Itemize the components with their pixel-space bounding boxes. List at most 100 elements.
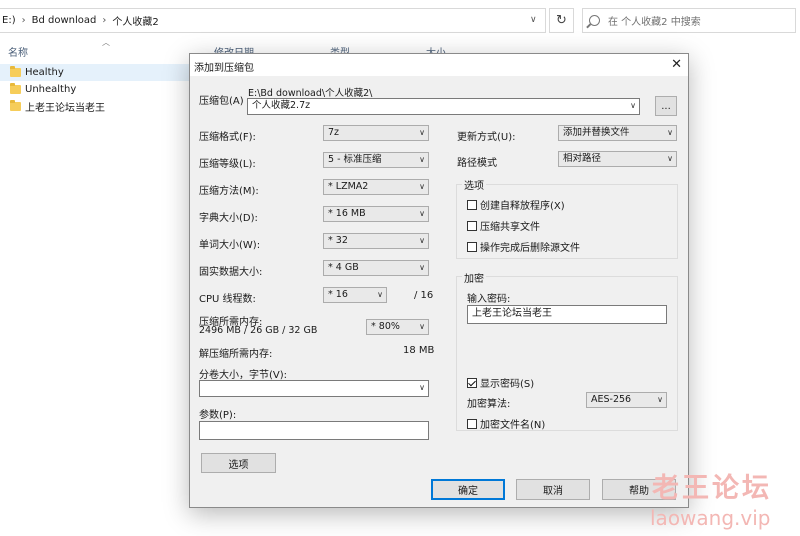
close-icon[interactable]: ✕ xyxy=(671,57,682,72)
solid-block-select[interactable]: * 4 GB ∨ xyxy=(323,260,429,276)
path-mode-label: 路径模式 xyxy=(457,158,497,169)
update-mode-select[interactable]: 添加并替换文件 ∨ xyxy=(558,125,677,141)
cpu-threads-value: * 16 xyxy=(328,289,348,300)
archive-name-value: 个人收藏2.7z xyxy=(252,100,311,111)
delete-after-checkbox[interactable]: 操作完成后删除源文件 xyxy=(467,239,580,254)
archive-name-combo[interactable]: 个人收藏2.7z ∨ xyxy=(247,98,640,115)
show-password-label: 显示密码(S) xyxy=(480,379,535,390)
encryption-method-select[interactable]: AES-256 ∨ xyxy=(586,392,667,408)
chevron-down-icon: ∨ xyxy=(419,182,425,191)
chevron-down-icon: ∨ xyxy=(667,128,673,137)
options-button[interactable]: 选项 xyxy=(201,453,276,473)
archive-label: 压缩包(A) xyxy=(199,96,244,107)
method-value: * LZMA2 xyxy=(328,181,369,192)
format-select[interactable]: 7z ∨ xyxy=(323,125,429,141)
format-label: 压缩格式(F): xyxy=(199,132,256,143)
chevron-down-icon: ∨ xyxy=(419,322,425,331)
list-item[interactable]: Unhealthy xyxy=(0,81,190,98)
level-label: 压缩等级(L): xyxy=(199,159,256,170)
chevron-down-icon: ∨ xyxy=(630,101,636,110)
sfx-checkbox[interactable]: 创建自释放程序(X) xyxy=(467,197,565,212)
checkbox-checked-icon xyxy=(467,377,477,388)
checkbox-icon xyxy=(467,220,477,231)
level-select[interactable]: 5 - 标准压缩 ∨ xyxy=(323,152,429,168)
address-dropdown-icon[interactable]: ∨ xyxy=(530,15,542,27)
folder-icon xyxy=(10,83,21,94)
decompress-memory-value: 18 MB xyxy=(403,345,435,356)
file-name: Healthy xyxy=(25,67,64,78)
file-name: 上老王论坛当老王 xyxy=(25,103,105,114)
encrypt-filenames-checkbox[interactable]: 加密文件名(N) xyxy=(467,416,545,431)
method-select[interactable]: * LZMA2 ∨ xyxy=(323,179,429,195)
watermark: 老王论坛 laowang.vip xyxy=(650,466,790,532)
dictionary-select[interactable]: * 16 MB ∨ xyxy=(323,206,429,222)
address-bar-area: E:) › Bd download › 个人收藏2 ∨ ↻ 在 个人收藏2 中搜… xyxy=(0,0,800,40)
format-value: 7z xyxy=(328,127,340,138)
memory-value: 2496 MB / 26 GB / 32 GB xyxy=(199,325,318,336)
breadcrumb-separator-icon: › xyxy=(21,15,26,26)
update-mode-label: 更新方式(U): xyxy=(457,132,516,143)
options-button-label: 选项 xyxy=(228,459,249,471)
folder-icon xyxy=(10,66,21,77)
chevron-down-icon: ∨ xyxy=(377,290,383,299)
breadcrumb-current-folder[interactable]: 个人收藏2 xyxy=(112,13,158,28)
archive-path: E:\Bd download\个人收藏2\ xyxy=(248,88,373,99)
search-icon xyxy=(589,15,600,26)
file-name: Unhealthy xyxy=(25,84,77,95)
breadcrumb-drive[interactable]: E:) xyxy=(2,15,16,26)
column-name[interactable]: 名称 xyxy=(8,44,28,59)
path-mode-select[interactable]: 相对路径 ∨ xyxy=(558,151,677,167)
cpu-threads-total: / 16 xyxy=(414,290,434,301)
decompress-memory-label: 解压缩所需内存: xyxy=(199,349,273,360)
encryption-method-value: AES-256 xyxy=(591,394,632,405)
update-mode-value: 添加并替换文件 xyxy=(563,127,630,138)
memory-percent-select[interactable]: * 80% ∨ xyxy=(366,319,429,335)
list-item[interactable]: 上老王论坛当老王 xyxy=(0,98,190,115)
chevron-down-icon: ∨ xyxy=(419,263,425,272)
word-size-select[interactable]: * 32 ∨ xyxy=(323,233,429,249)
dialog-title-bar[interactable]: 添加到压缩包 ✕ xyxy=(190,54,688,76)
cancel-button[interactable]: 取消 xyxy=(516,479,590,500)
show-password-checkbox[interactable]: 显示密码(S) xyxy=(467,375,534,390)
chevron-down-icon: ∨ xyxy=(419,383,425,392)
split-volume-combo[interactable]: ∨ xyxy=(199,380,429,397)
options-group-title: 选项 xyxy=(462,177,486,192)
chevron-down-icon: ∨ xyxy=(419,128,425,137)
solid-block-label: 固实数据大小: xyxy=(199,267,263,278)
help-button-label: 帮助 xyxy=(629,486,649,497)
path-mode-value: 相对路径 xyxy=(563,153,602,164)
password-input[interactable]: 上老王论坛当老王 xyxy=(467,305,667,324)
chevron-down-icon: ∨ xyxy=(657,395,663,404)
watermark-url: laowang.vip xyxy=(650,506,771,530)
folder-icon xyxy=(10,100,21,111)
refresh-button[interactable]: ↻ xyxy=(549,8,574,33)
compress-shared-checkbox[interactable]: 压缩共享文件 xyxy=(467,218,540,233)
address-box[interactable]: E:) › Bd download › 个人收藏2 ∨ xyxy=(0,8,546,33)
compress-shared-label: 压缩共享文件 xyxy=(480,222,540,233)
encryption-method-label: 加密算法: xyxy=(467,399,511,410)
chevron-down-icon: ∨ xyxy=(419,155,425,164)
split-volume-label: 分卷大小，字节(V): xyxy=(199,370,288,381)
list-item[interactable]: Healthy xyxy=(0,64,190,81)
word-size-value: * 32 xyxy=(328,235,348,246)
password-label: 输入密码: xyxy=(467,294,511,305)
browse-button[interactable]: ... xyxy=(655,96,677,116)
encrypt-filenames-label: 加密文件名(N) xyxy=(480,420,546,431)
memory-percent-value: * 80% xyxy=(371,321,400,332)
watermark-text: 老王论坛 xyxy=(652,473,772,504)
parameters-input[interactable] xyxy=(199,421,429,440)
checkbox-icon xyxy=(467,199,477,210)
browse-label: ... xyxy=(661,100,671,112)
dialog-title: 添加到压缩包 xyxy=(194,63,254,74)
ok-button[interactable]: 确定 xyxy=(431,479,505,500)
search-placeholder: 在 个人收藏2 中搜索 xyxy=(608,17,701,28)
refresh-icon: ↻ xyxy=(556,13,567,28)
add-to-archive-dialog: 添加到压缩包 ✕ 压缩包(A) E:\Bd download\个人收藏2\ 个人… xyxy=(189,53,689,508)
checkbox-icon xyxy=(467,241,477,252)
cpu-threads-select[interactable]: * 16 ∨ xyxy=(323,287,387,303)
breadcrumb-bd-download[interactable]: Bd download xyxy=(32,15,97,26)
breadcrumb-separator-icon: › xyxy=(102,15,107,26)
solid-block-value: * 4 GB xyxy=(328,262,359,273)
search-input[interactable]: 在 个人收藏2 中搜索 xyxy=(582,8,796,33)
sfx-label: 创建自释放程序(X) xyxy=(480,201,565,212)
